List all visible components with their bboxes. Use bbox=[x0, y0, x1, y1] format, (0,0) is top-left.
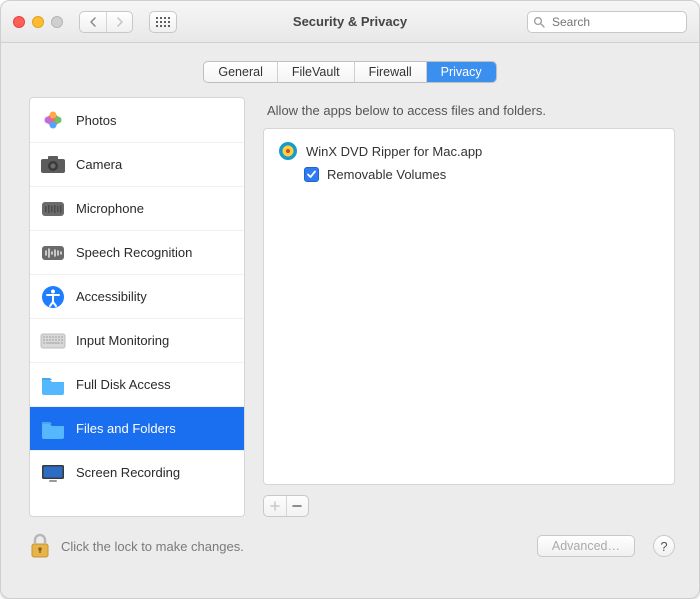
close-window-button[interactable] bbox=[13, 16, 25, 28]
tabs: General FileVault Firewall Privacy bbox=[203, 61, 496, 83]
permission-row[interactable]: Removable Volumes bbox=[278, 163, 660, 182]
sidebar-item-photos[interactable]: Photos bbox=[30, 98, 244, 142]
search-input[interactable] bbox=[527, 11, 687, 33]
tab-general[interactable]: General bbox=[204, 62, 276, 82]
footer: Click the lock to make changes. Advanced… bbox=[1, 517, 699, 559]
show-all-button[interactable] bbox=[149, 11, 177, 33]
sidebar-item-label: Photos bbox=[76, 113, 116, 128]
traffic-lights bbox=[13, 16, 63, 28]
permission-label: Removable Volumes bbox=[327, 167, 446, 182]
sidebar-item-files-and-folders[interactable]: Files and Folders bbox=[30, 406, 244, 450]
display-icon bbox=[40, 460, 66, 486]
sidebar-item-accessibility[interactable]: Accessibility bbox=[30, 274, 244, 318]
privacy-category-list[interactable]: Photos Camera bbox=[29, 97, 245, 517]
tab-privacy[interactable]: Privacy bbox=[426, 62, 496, 82]
content-area: Photos Camera bbox=[1, 97, 699, 517]
add-remove-control bbox=[263, 495, 309, 517]
lock-icon[interactable] bbox=[29, 533, 51, 559]
advanced-button[interactable]: Advanced… bbox=[537, 535, 635, 557]
nav-forward-button[interactable] bbox=[106, 12, 132, 32]
keyboard-icon bbox=[40, 328, 66, 354]
search-field-wrap bbox=[527, 11, 687, 33]
sidebar-item-label: Accessibility bbox=[76, 289, 147, 304]
lock-text: Click the lock to make changes. bbox=[61, 539, 244, 554]
help-button[interactable]: ? bbox=[653, 535, 675, 557]
sidebar-item-microphone[interactable]: Microphone bbox=[30, 186, 244, 230]
permission-checkbox[interactable] bbox=[304, 167, 319, 182]
sidebar-item-label: Camera bbox=[76, 157, 122, 172]
grid-icon bbox=[156, 17, 170, 27]
description-text: Allow the apps below to access files and… bbox=[263, 97, 675, 128]
zoom-window-button[interactable] bbox=[51, 16, 63, 28]
preferences-window: Security & Privacy General FileVault Fir… bbox=[0, 0, 700, 599]
sidebar-item-label: Files and Folders bbox=[76, 421, 176, 436]
sidebar-item-label: Microphone bbox=[76, 201, 144, 216]
nav-buttons bbox=[79, 11, 133, 33]
minimize-window-button[interactable] bbox=[32, 16, 44, 28]
nav-back-button[interactable] bbox=[80, 12, 106, 32]
sidebar-item-camera[interactable]: Camera bbox=[30, 142, 244, 186]
sidebar-item-label: Full Disk Access bbox=[76, 377, 171, 392]
sidebar-item-label: Speech Recognition bbox=[76, 245, 192, 260]
microphone-icon bbox=[40, 196, 66, 222]
photos-icon bbox=[40, 107, 66, 133]
speech-icon bbox=[40, 240, 66, 266]
titlebar: Security & Privacy bbox=[1, 1, 699, 43]
tab-bar: General FileVault Firewall Privacy bbox=[1, 43, 699, 97]
winx-icon bbox=[278, 141, 298, 161]
folder-icon bbox=[40, 416, 66, 442]
remove-button[interactable] bbox=[287, 496, 309, 516]
app-list[interactable]: WinX DVD Ripper for Mac.app Removable Vo… bbox=[263, 128, 675, 485]
sidebar-item-label: Screen Recording bbox=[76, 465, 180, 480]
add-button bbox=[264, 496, 287, 516]
sidebar-item-label: Input Monitoring bbox=[76, 333, 169, 348]
sidebar-item-screen-recording[interactable]: Screen Recording bbox=[30, 450, 244, 494]
camera-icon bbox=[40, 152, 66, 178]
tab-filevault[interactable]: FileVault bbox=[277, 62, 354, 82]
sidebar-item-full-disk-access[interactable]: Full Disk Access bbox=[30, 362, 244, 406]
folder-icon bbox=[40, 372, 66, 398]
app-row[interactable]: WinX DVD Ripper for Mac.app bbox=[278, 139, 660, 163]
app-name: WinX DVD Ripper for Mac.app bbox=[306, 144, 482, 159]
sidebar-item-speech[interactable]: Speech Recognition bbox=[30, 230, 244, 274]
sidebar-item-input-monitoring[interactable]: Input Monitoring bbox=[30, 318, 244, 362]
search-icon bbox=[533, 16, 545, 28]
detail-pane: Allow the apps below to access files and… bbox=[263, 97, 675, 517]
tab-firewall[interactable]: Firewall bbox=[354, 62, 426, 82]
accessibility-icon bbox=[40, 284, 66, 310]
